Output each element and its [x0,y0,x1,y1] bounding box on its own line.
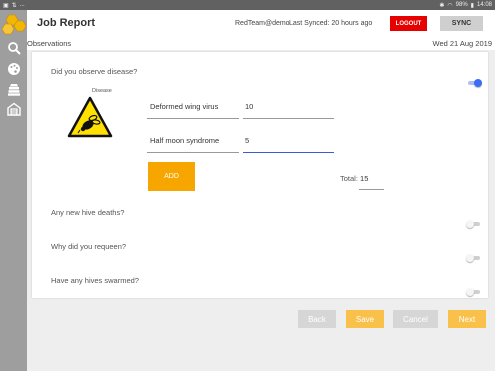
total-display: Total: 15 [340,174,368,183]
disease-question: Did you observe disease? [51,67,138,76]
add-disease-button[interactable]: ADD [148,162,195,191]
palette-icon [8,63,20,75]
sidebar-search-button[interactable] [3,39,25,57]
sidebar-palette-button[interactable] [3,60,25,78]
user-account: RedTeam@demo [235,20,290,27]
total-label: Total: [340,174,358,183]
save-button[interactable]: Save [346,310,384,328]
disease-count-2-underline [243,152,334,153]
battery-icon: ▮ [470,2,474,9]
building-icon [7,102,21,116]
disease-caption: Disease [92,88,112,94]
report-date: Wed 21 Aug 2019 [432,39,493,48]
swarmed-question: Have any hives swarmed? [51,276,139,285]
total-value: 15 [360,174,369,183]
next-button[interactable]: Next [448,310,486,328]
requeen-toggle[interactable] [466,254,480,262]
hive-icon [8,84,20,96]
sidebar [0,10,27,371]
disease-name-1-underline [147,118,239,119]
observations-card: Did you observe disease? Disease Deforme… [32,52,488,298]
sidebar-apiary-button[interactable] [3,100,25,118]
requeen-question: Why did you requeen? [51,242,127,251]
cancel-button[interactable]: Cancel [393,310,438,328]
hive-deaths-toggle[interactable] [466,220,480,228]
app-header: Job Report RedTeam@demo Last Synced: 20 … [27,10,495,37]
signal-icon: ⇅ [11,2,17,9]
back-button[interactable]: Back [298,310,336,328]
status-bar: ▣ ⇅ ... ✱ ◠ 98% ▮ 14:08 [0,0,495,10]
subheader: Observations Wed 21 Aug 2019 [27,37,495,50]
last-synced-text: Last Synced: 20 hours ago [289,20,373,27]
total-underline [359,189,384,190]
hive-deaths-question: Any new hive deaths? [51,208,125,217]
logout-button[interactable]: LOGOUT [390,16,427,31]
swarmed-toggle[interactable] [466,288,480,296]
disease-toggle[interactable] [468,79,482,87]
search-icon [8,42,21,55]
bluetooth-icon: ✱ [439,2,445,9]
disease-name-1[interactable]: Deformed wing virus [150,102,218,111]
wifi-icon: ◠ [447,2,453,9]
image-icon: ▣ [3,2,9,9]
disease-count-1[interactable]: 10 [245,102,253,111]
battery-percent: 98% [455,2,468,8]
disease-count-2[interactable]: 5 [245,136,249,145]
sidebar-hive-button[interactable] [3,80,25,98]
disease-count-1-underline [243,118,334,119]
bee-warning-icon [67,96,113,138]
clock: 14:08 [476,2,492,8]
disease-name-2[interactable]: Half moon syndrome [150,136,219,145]
page-title: Job Report [37,17,96,29]
disease-name-2-underline [147,152,239,153]
ellipsis: ... [19,2,25,8]
sync-button[interactable]: SYNC [440,16,483,31]
app-logo-icon [2,14,26,35]
section-title: Observations [27,39,72,48]
